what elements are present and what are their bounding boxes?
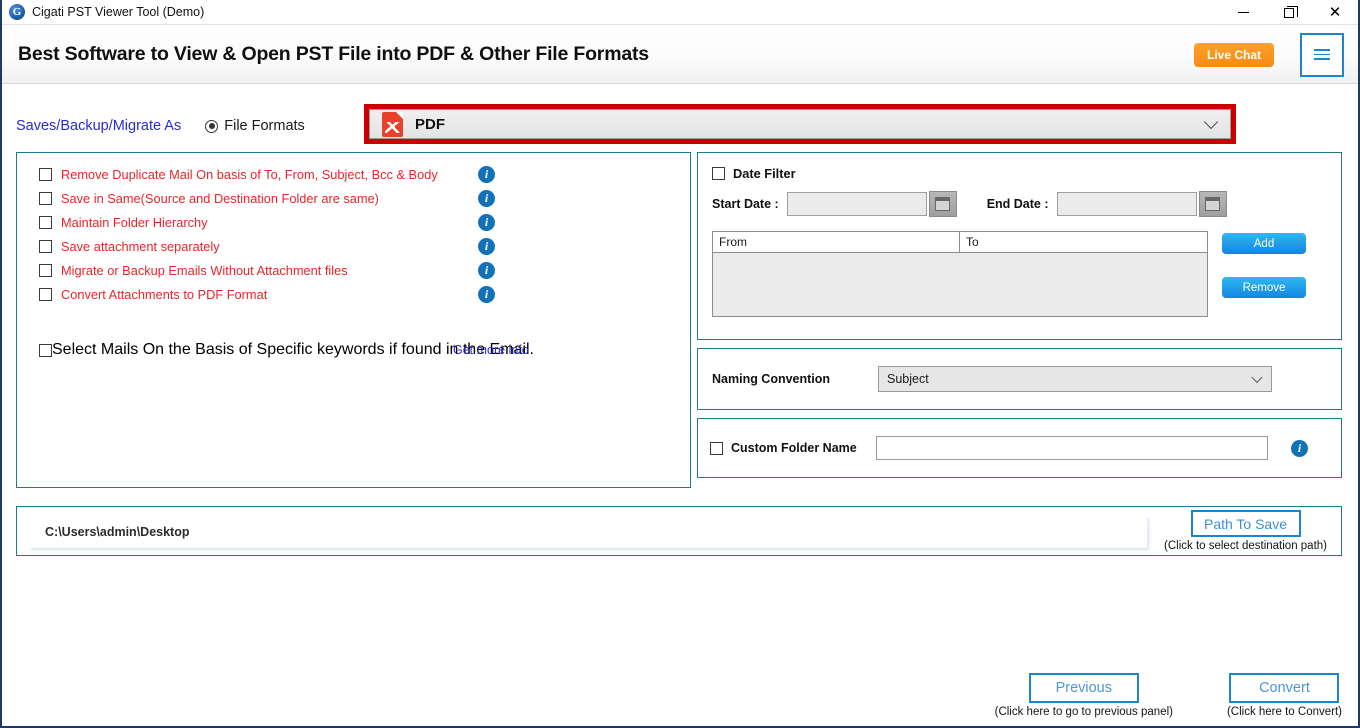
option-label: Save attachment separately (61, 238, 220, 254)
checkbox-keyword-filter[interactable] (39, 343, 52, 357)
get-more-info-link[interactable]: Get more info (453, 343, 529, 357)
promo-banner: Best Software to View & Open PST File in… (2, 25, 1358, 84)
radio-selected-icon (205, 119, 219, 133)
info-icon[interactable]: i (478, 237, 495, 255)
checkbox-date-filter[interactable] (712, 167, 725, 180)
info-icon[interactable]: i (478, 213, 495, 231)
info-icon[interactable]: i (478, 261, 495, 279)
naming-convention-panel: Naming Convention Subject (697, 348, 1342, 410)
option-label: Save in Same(Source and Destination Fold… (61, 190, 379, 206)
column-header-to: To (966, 235, 979, 249)
option-row-keyword-filter[interactable]: Select Mails On the Basis of Specific ke… (17, 338, 690, 362)
saves-backup-migrate-label: Saves/Backup/Migrate As (16, 118, 182, 134)
option-label: Convert Attachments to PDF Format (61, 286, 268, 302)
date-filter-label: Date Filter (733, 166, 796, 181)
start-date-input[interactable] (786, 192, 927, 216)
date-range-buttons: Add Remove (1222, 233, 1306, 298)
banner-headline: Best Software to View & Open PST File in… (18, 42, 649, 65)
banner-actions: Live Chat (1193, 25, 1344, 84)
format-dropdown[interactable]: PDF (369, 109, 1231, 139)
convert-button[interactable]: Convert (1229, 673, 1340, 703)
custom-folder-label: Custom Folder Name (731, 441, 857, 455)
previous-hint: (Click here to go to previous panel) (994, 706, 1173, 718)
path-to-save-group: Path To Save (Click to select destinatio… (1164, 510, 1327, 552)
date-fields-row: Start Date : End Date : (698, 181, 1341, 217)
minimize-icon[interactable] (1220, 0, 1266, 25)
start-date-calendar-icon[interactable] (928, 191, 957, 217)
info-icon[interactable]: i (478, 285, 495, 303)
cigati-logo-icon (9, 4, 25, 20)
chevron-down-icon (1251, 371, 1263, 384)
pdf-file-icon (382, 111, 403, 137)
custom-folder-row: Custom Folder Name i (698, 419, 1341, 477)
window-controls: ✕ (1220, 0, 1358, 25)
file-formats-radio[interactable]: File Formats (205, 118, 305, 134)
previous-group: Previous (Click here to go to previous p… (995, 673, 1173, 718)
path-to-save-button[interactable]: Path To Save (1190, 510, 1301, 537)
info-icon[interactable]: i (478, 165, 495, 183)
destination-path-panel: C:\Users\admin\Desktop Path To Save (Cli… (16, 506, 1342, 556)
info-icon[interactable]: i (1291, 439, 1308, 457)
date-filter-toggle-row[interactable]: Date Filter (698, 153, 1341, 181)
previous-button[interactable]: Previous (1028, 673, 1139, 703)
destination-path-value: C:\Users\admin\Desktop (45, 525, 190, 539)
end-date-calendar-icon[interactable] (1198, 191, 1227, 217)
convert-hint: (Click here to Convert) (1226, 706, 1342, 718)
chevron-down-icon (1203, 114, 1219, 130)
option-row-save-attachment[interactable]: Save attachment separately i (17, 234, 690, 258)
date-range-grid[interactable]: From To (712, 231, 1208, 317)
option-row-save-in-same[interactable]: Save in Same(Source and Destination Fold… (17, 186, 690, 210)
destination-path-input[interactable]: C:\Users\admin\Desktop (29, 516, 1147, 548)
naming-convention-row: Naming Convention Subject (698, 349, 1341, 409)
naming-convention-value: Subject (887, 372, 929, 386)
add-button[interactable]: Add (1222, 233, 1306, 254)
format-dropdown-value: PDF (415, 115, 445, 133)
naming-convention-label: Naming Convention (712, 372, 831, 386)
checkbox-remove-duplicate[interactable] (39, 167, 52, 181)
option-label: Migrate or Backup Emails Without Attachm… (61, 262, 348, 278)
option-row-maintain-hierarchy[interactable]: Maintain Folder Hierarchy i (17, 210, 690, 234)
option-row-without-attachment[interactable]: Migrate or Backup Emails Without Attachm… (17, 258, 690, 282)
end-date-input[interactable] (1056, 192, 1197, 216)
path-to-save-hint: (Click to select destination path) (1164, 540, 1327, 552)
checkbox-custom-folder[interactable] (710, 441, 723, 455)
option-label: Remove Duplicate Mail On basis of To, Fr… (61, 166, 438, 182)
start-date-label: Start Date : (712, 197, 779, 211)
end-date-label: End Date : (986, 197, 1049, 211)
bottom-action-bar: Previous (Click here to go to previous p… (995, 673, 1342, 718)
title-bar: Cigati PST Viewer Tool (Demo) ✕ (2, 0, 1358, 25)
convert-group: Convert (Click here to Convert) (1227, 673, 1342, 718)
date-filter-panel: Date Filter Start Date : End Date : From… (697, 152, 1342, 340)
checkbox-maintain-hierarchy[interactable] (39, 215, 52, 229)
checkbox-convert-attachments[interactable] (39, 287, 52, 301)
remove-button[interactable]: Remove (1222, 277, 1306, 298)
date-range-grid-header: From To (713, 232, 1207, 253)
checkbox-save-attachment[interactable] (39, 239, 52, 253)
option-row-remove-duplicate[interactable]: Remove Duplicate Mail On basis of To, Fr… (17, 162, 690, 186)
window-title: Cigati PST Viewer Tool (Demo) (32, 5, 205, 19)
restore-icon[interactable] (1266, 0, 1312, 25)
checkbox-save-in-same[interactable] (39, 191, 52, 205)
format-dropdown-highlight: PDF (364, 104, 1236, 144)
checkbox-without-attachment[interactable] (39, 263, 52, 277)
live-chat-button[interactable]: Live Chat (1193, 42, 1274, 67)
file-formats-radio-label: File Formats (224, 118, 305, 134)
option-label: Maintain Folder Hierarchy (61, 214, 208, 230)
custom-folder-input[interactable] (876, 436, 1268, 460)
naming-convention-dropdown[interactable]: Subject (878, 366, 1272, 392)
info-icon[interactable]: i (478, 189, 495, 207)
options-panel: Remove Duplicate Mail On basis of To, Fr… (16, 152, 691, 488)
hamburger-menu-icon[interactable] (1300, 32, 1344, 77)
close-icon[interactable]: ✕ (1312, 0, 1358, 25)
option-row-convert-attachments[interactable]: Convert Attachments to PDF Format i (17, 282, 690, 306)
application-window: Cigati PST Viewer Tool (Demo) ✕ Best Sof… (0, 0, 1360, 728)
column-header-from: From (713, 232, 960, 252)
custom-folder-panel: Custom Folder Name i (697, 418, 1342, 478)
